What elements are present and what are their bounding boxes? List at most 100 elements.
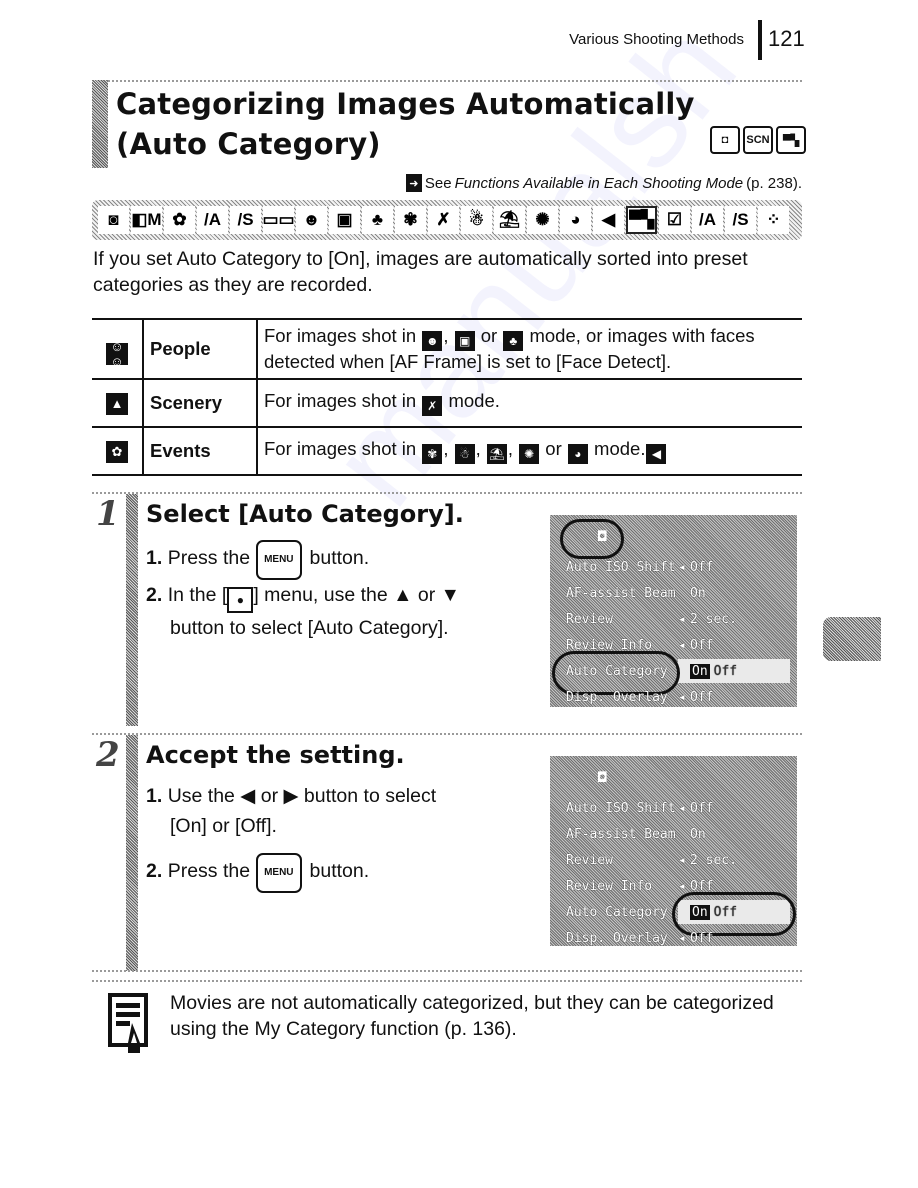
instruction-line: 1. Press the MENU button. bbox=[146, 540, 460, 580]
night-snapshot-icon: ▣ bbox=[329, 206, 360, 234]
menu-row-label: Auto ISO Shift bbox=[566, 559, 676, 575]
movie-tv-icon: /S bbox=[725, 206, 756, 234]
menu-row-value: 2 sec. bbox=[690, 852, 737, 868]
step-1-title: Select [Auto Category]. bbox=[146, 500, 464, 528]
scn-mode-icon: SCN bbox=[743, 126, 773, 154]
running-head: Various Shooting Methods bbox=[569, 31, 744, 48]
note-rule-bottom bbox=[92, 980, 802, 982]
menu-row[interactable]: Disp. Overlay ◂ Off bbox=[566, 685, 786, 709]
menu-button-icon: MENU bbox=[256, 853, 302, 893]
menu-row[interactable]: Disp. Overlay ◂ Off bbox=[566, 926, 786, 950]
kids-pets-mode-icon: ♣ bbox=[503, 331, 524, 351]
left-arrow-icon: ◂ bbox=[678, 930, 686, 946]
left-arrow-icon: ◂ bbox=[678, 637, 686, 653]
movie-standard-icon: ▀▚ bbox=[626, 206, 657, 234]
movie-time-lapse-icon: ⁘ bbox=[758, 206, 789, 234]
instruction-number: 2. bbox=[146, 860, 168, 882]
category-name: People bbox=[142, 318, 257, 380]
menu-row[interactable]: AF-assist Beam On bbox=[566, 822, 786, 846]
table-row: ☺☺ People For images shot in ☻, ▣ or ♣ mod… bbox=[92, 318, 802, 380]
menu-row-value: On Off bbox=[690, 663, 738, 679]
menu-row-label: AF-assist Beam bbox=[566, 826, 676, 842]
step-1-bar bbox=[126, 494, 138, 726]
indoor-party-mode-icon: ✾ bbox=[422, 444, 443, 464]
page-title: Categorizing Images Automatically (Auto … bbox=[116, 84, 695, 164]
night-snapshot-mode-icon: ▣ bbox=[454, 331, 475, 351]
left-arrow-icon: ◂ bbox=[678, 559, 686, 575]
shooting-menu-icon: ● bbox=[227, 587, 254, 613]
fireworks-icon: ✺ bbox=[527, 206, 558, 234]
movie-mode-icon: ▀▚ bbox=[776, 126, 806, 154]
camera-screen-1: ◘ Auto ISO Shift ◂ Off AF-assist Beam On Revie… bbox=[550, 515, 797, 707]
aquarium-icon: ◕ bbox=[560, 206, 591, 234]
step-1-instructions: 1. Press the MENU button. 2. In the [●] men… bbox=[146, 540, 460, 643]
scenery-category-icon: ▲ bbox=[106, 392, 128, 415]
instruction-number: 1. bbox=[146, 785, 168, 807]
fireworks-mode-icon: ✺ bbox=[519, 444, 540, 464]
tab-highlight-ring bbox=[560, 519, 624, 559]
menu-row-value: 2 sec. bbox=[690, 611, 737, 627]
events-category-icon: ✿ bbox=[106, 441, 128, 463]
menu-row-value: Off bbox=[690, 559, 714, 575]
stitch-assist-icon: ▭▭ bbox=[262, 206, 295, 234]
menu-row[interactable]: Review ◂ 2 sec. bbox=[566, 848, 786, 872]
see-also-prefix: See bbox=[424, 174, 452, 192]
menu-row-value: Off bbox=[690, 800, 714, 816]
people-category-icon: ☺☺ bbox=[106, 339, 128, 369]
menu-row-label: Auto ISO Shift bbox=[566, 800, 676, 816]
menu-row-value: Off bbox=[690, 930, 714, 946]
step-2-bar bbox=[126, 735, 138, 971]
page-title-line-1: Categorizing Images Automatically bbox=[116, 87, 695, 121]
chapter-tab[interactable] bbox=[823, 617, 881, 661]
step-2-number: 2 bbox=[96, 735, 120, 775]
title-rule bbox=[108, 80, 802, 82]
step-2-title: Accept the setting. bbox=[146, 741, 405, 769]
indoor-party-icon: ✾ bbox=[395, 206, 426, 234]
snow-icon: ☃ bbox=[461, 206, 492, 234]
see-also-title: Functions Available in Each Shooting Mod… bbox=[454, 174, 744, 192]
intro-paragraph: If you set Auto Category to [On], images… bbox=[93, 248, 748, 296]
step-2-rule bbox=[92, 733, 802, 735]
camera-mode-icon: ◘ bbox=[710, 126, 740, 154]
menu-row[interactable]: Review ◂ 2 sec. bbox=[566, 607, 786, 631]
menu-row[interactable]: Auto ISO Shift ◂ Off bbox=[566, 796, 786, 820]
step-1-rule bbox=[92, 492, 802, 494]
step-1-number: 1 bbox=[96, 494, 120, 534]
left-arrow-icon: ◂ bbox=[678, 689, 686, 705]
menu-row-label: Review bbox=[566, 852, 613, 868]
menu-row[interactable]: AF-assist Beam On bbox=[566, 581, 786, 605]
menu-row-value: Off bbox=[690, 637, 714, 653]
instruction-line: 2. Press the MENU button. bbox=[146, 853, 436, 893]
movie-my-colors-icon: ☑ bbox=[659, 206, 690, 234]
see-also-reference[interactable]: ➜ See Functions Available in Each Shooti… bbox=[405, 174, 802, 192]
underwater-icon: ◀ bbox=[593, 206, 624, 234]
left-arrow-icon: ◂ bbox=[678, 852, 686, 868]
aquarium-mode-icon: ◕ bbox=[567, 444, 588, 464]
menu-row-value: Off bbox=[690, 689, 714, 705]
av-mode-icon: /A bbox=[197, 206, 228, 234]
foliage-icon: ✗ bbox=[428, 206, 459, 234]
page-number: 121 bbox=[768, 26, 805, 51]
menu-row-label: Disp. Overlay bbox=[566, 930, 668, 946]
on-option[interactable]: On bbox=[690, 663, 710, 679]
underwater-mode-icon: ◀ bbox=[646, 444, 667, 464]
shooting-mode-icon-strip: ◙ ◧M ✿/A/S ▭▭ ☻ ▣ ♣ ✾ ✗ ☃ ⛱ ✺ ◕ ◀ ▀▚ ☑/A/S ⁘ bbox=[92, 200, 802, 240]
kids-pets-icon: ♣ bbox=[362, 206, 393, 234]
camera-m-mode-icon: ◧M bbox=[131, 206, 162, 234]
menu-row-value: On bbox=[690, 826, 706, 842]
menu-tab-icon: ◘ bbox=[598, 770, 607, 786]
category-icon-cell: ✿ bbox=[92, 426, 143, 476]
foliage-mode-icon: ✗ bbox=[422, 396, 443, 416]
reference-arrow-icon: ➜ bbox=[405, 174, 422, 192]
step-2-instructions: 1. Use the ◀ or ▶ button to select [On] o… bbox=[146, 781, 436, 893]
category-icon-cell: ▲ bbox=[92, 378, 143, 428]
table-row: ▲ Scenery For images shot in ✗ mode. bbox=[92, 378, 802, 428]
auto-mode-icon: ◙ bbox=[98, 206, 129, 234]
available-modes: ◘ SCN ▀▚ bbox=[710, 126, 806, 154]
menu-row-label: Review Info bbox=[566, 878, 653, 894]
instruction-line: 1. Use the ◀ or ▶ button to select bbox=[146, 785, 437, 807]
instruction-line: button to select [Auto Category]. bbox=[170, 617, 449, 639]
category-description: For images shot in ✗ mode. bbox=[256, 378, 802, 428]
instruction-number: 2. bbox=[146, 584, 168, 606]
instruction-line: 2. In the [●] menu, use the ▲ or ▼ bbox=[146, 580, 460, 613]
